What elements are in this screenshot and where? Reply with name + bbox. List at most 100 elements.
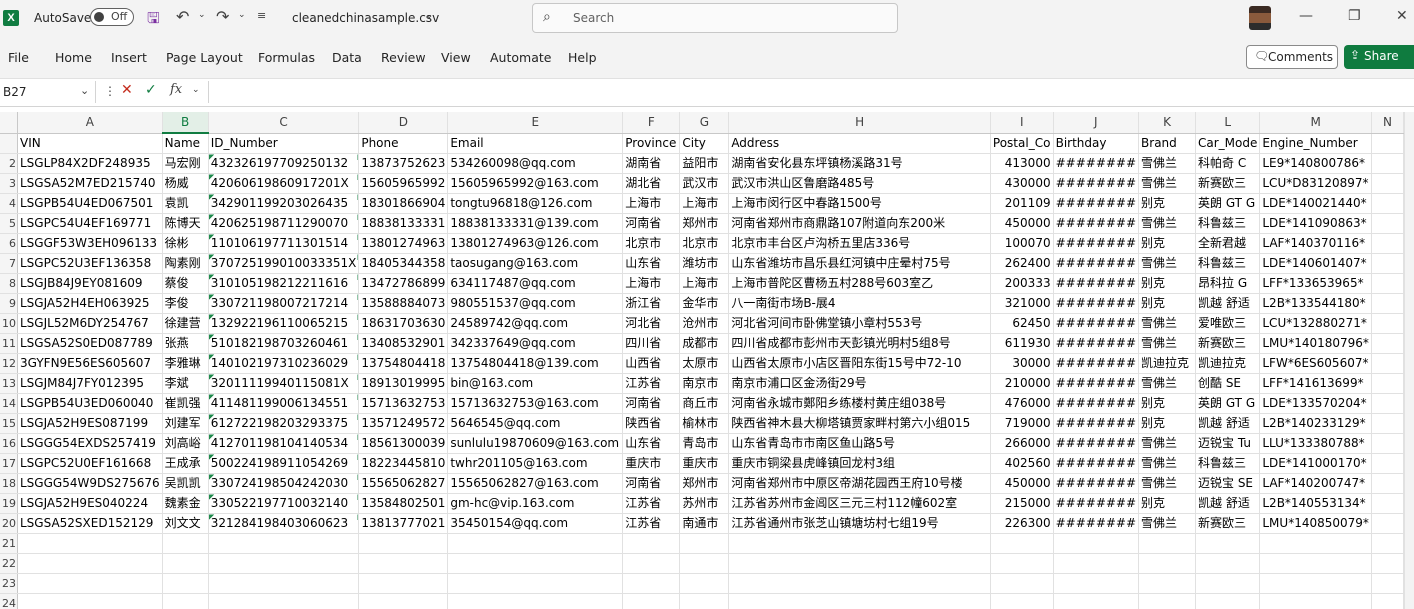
row-header[interactable]: 15	[0, 413, 18, 434]
cell[interactable]	[1053, 573, 1140, 594]
cell[interactable]: 18561300039	[358, 433, 449, 454]
cell[interactable]: 342901199203026435	[208, 193, 360, 214]
cell[interactable]	[990, 593, 1054, 609]
cell[interactable]: 河南省郑州市中原区帝湖花园西王府10号楼	[728, 473, 991, 494]
cell[interactable]: ########	[1053, 273, 1140, 294]
cell[interactable]	[358, 533, 449, 554]
cell[interactable]: 迈锐宝 SE	[1195, 473, 1261, 494]
cell[interactable]: LDE*141090863*	[1259, 213, 1372, 234]
cell[interactable]: Brand	[1138, 133, 1196, 154]
cell[interactable]: LMU*140850079*	[1259, 513, 1372, 534]
cell[interactable]	[622, 593, 681, 609]
cell[interactable]: 雪佛兰	[1138, 333, 1196, 354]
cell[interactable]: 雪佛兰	[1138, 173, 1196, 194]
cell[interactable]: 李俊	[162, 293, 209, 314]
cell[interactable]: 534260098@qq.com	[447, 153, 624, 174]
row-header[interactable]: 24	[0, 593, 18, 609]
cell[interactable]: sunlulu19870609@163.com	[447, 433, 624, 454]
cell[interactable]: 420625198711290070	[208, 213, 360, 234]
cell[interactable]: 南通市	[679, 513, 730, 534]
cell[interactable]: 湖南省	[622, 153, 681, 174]
cell[interactable]: 110106197711301514	[208, 233, 360, 254]
cell[interactable]: 200333	[990, 273, 1054, 294]
cell[interactable]	[728, 533, 991, 554]
cell[interactable]: 陕西省	[622, 413, 681, 434]
row-header[interactable]: 7	[0, 253, 18, 274]
cell[interactable]	[1259, 553, 1372, 574]
cell[interactable]: 成都市	[679, 333, 730, 354]
cell[interactable]	[447, 533, 624, 554]
cell[interactable]: 321284198403060623	[208, 513, 360, 534]
cell[interactable]: 徐彬	[162, 233, 209, 254]
cell[interactable]	[1371, 593, 1404, 609]
cell[interactable]: 上海市普陀区曹杨五村288号603室乙	[728, 273, 991, 294]
row-header[interactable]: 5	[0, 213, 18, 234]
cell[interactable]	[162, 573, 209, 594]
cell[interactable]: 英朗 GT G	[1195, 393, 1261, 414]
cell[interactable]: 山东省	[622, 253, 681, 274]
save-icon[interactable]: 🖫	[147, 8, 160, 33]
cell[interactable]: 上海市	[622, 273, 681, 294]
cell[interactable]: LSGJL52M6DY254767	[17, 313, 163, 334]
cell[interactable]: LLU*133380788*	[1259, 433, 1372, 454]
cell[interactable]: 18301866904	[358, 193, 449, 214]
column-header-k[interactable]: K	[1138, 112, 1196, 134]
cell[interactable]	[1371, 413, 1404, 434]
cell[interactable]: LE9*140800786*	[1259, 153, 1372, 174]
cell[interactable]	[1371, 273, 1404, 294]
cell[interactable]: 四川省	[622, 333, 681, 354]
restore-icon[interactable]: ❐	[1348, 8, 1361, 24]
cell[interactable]: 611930	[990, 333, 1054, 354]
cell[interactable]: 13754804418@139.com	[447, 353, 624, 374]
cell[interactable]: LCU*132880271*	[1259, 313, 1372, 334]
cell[interactable]: ########	[1053, 233, 1140, 254]
cell[interactable]	[1371, 553, 1404, 574]
cell[interactable]: 412701198104140534	[208, 433, 360, 454]
cell[interactable]: 凯迪拉克	[1138, 353, 1196, 374]
row-header[interactable]: 17	[0, 453, 18, 474]
cell[interactable]: 北京市	[679, 233, 730, 254]
cell[interactable]: 青岛市	[679, 433, 730, 454]
cell[interactable]: 李斌	[162, 373, 209, 394]
row-header[interactable]: 14	[0, 393, 18, 414]
cell[interactable]	[1371, 473, 1404, 494]
cell[interactable]: tongtu96818@126.com	[447, 193, 624, 214]
row-header[interactable]: 18	[0, 473, 18, 494]
cell[interactable]	[208, 553, 360, 574]
cell[interactable]: LFF*141613699*	[1259, 373, 1372, 394]
cell[interactable]: ########	[1053, 333, 1140, 354]
cell[interactable]: 迈锐宝 Tu	[1195, 433, 1261, 454]
row-header[interactable]: 13	[0, 373, 18, 394]
cell[interactable]: VIN	[17, 133, 163, 154]
cell[interactable]: 18405344358	[358, 253, 449, 274]
cell[interactable]: 武汉市洪山区鲁磨路485号	[728, 173, 991, 194]
cell[interactable]: 18223445810	[358, 453, 449, 474]
cell[interactable]: twhr201105@163.com	[447, 453, 624, 474]
cell[interactable]: 郑州市	[679, 473, 730, 494]
cell[interactable]: ########	[1053, 193, 1140, 214]
cell[interactable]: Birthday	[1053, 133, 1140, 154]
cell[interactable]: City	[679, 133, 730, 154]
cell[interactable]: Email	[447, 133, 624, 154]
close-icon[interactable]: ✕	[1396, 8, 1408, 24]
cell[interactable]	[208, 533, 360, 554]
cell[interactable]: LSGPB54U4ED067501	[17, 193, 163, 214]
cell[interactable]	[1371, 373, 1404, 394]
cell[interactable]: ########	[1053, 413, 1140, 434]
cell[interactable]: 浙江省	[622, 293, 681, 314]
search-box[interactable]: ⌕ Search	[532, 3, 898, 33]
cell[interactable]	[358, 573, 449, 594]
column-header-b[interactable]: B	[162, 112, 209, 134]
enter-icon[interactable]: ✓	[145, 82, 157, 98]
row-header[interactable]: 21	[0, 533, 18, 554]
customize-toolbar-icon[interactable]: ≡	[257, 9, 266, 22]
menu-home[interactable]: Home	[55, 50, 92, 65]
cell[interactable]: 江苏省	[622, 513, 681, 534]
menu-view[interactable]: View	[441, 50, 471, 65]
cell[interactable]	[17, 593, 163, 609]
cell[interactable]: 201109	[990, 193, 1054, 214]
cell[interactable]: Postal_Co	[990, 133, 1054, 154]
row-header[interactable]: 8	[0, 273, 18, 294]
cell[interactable]	[1371, 513, 1404, 534]
cell[interactable]: 河南省	[622, 473, 681, 494]
